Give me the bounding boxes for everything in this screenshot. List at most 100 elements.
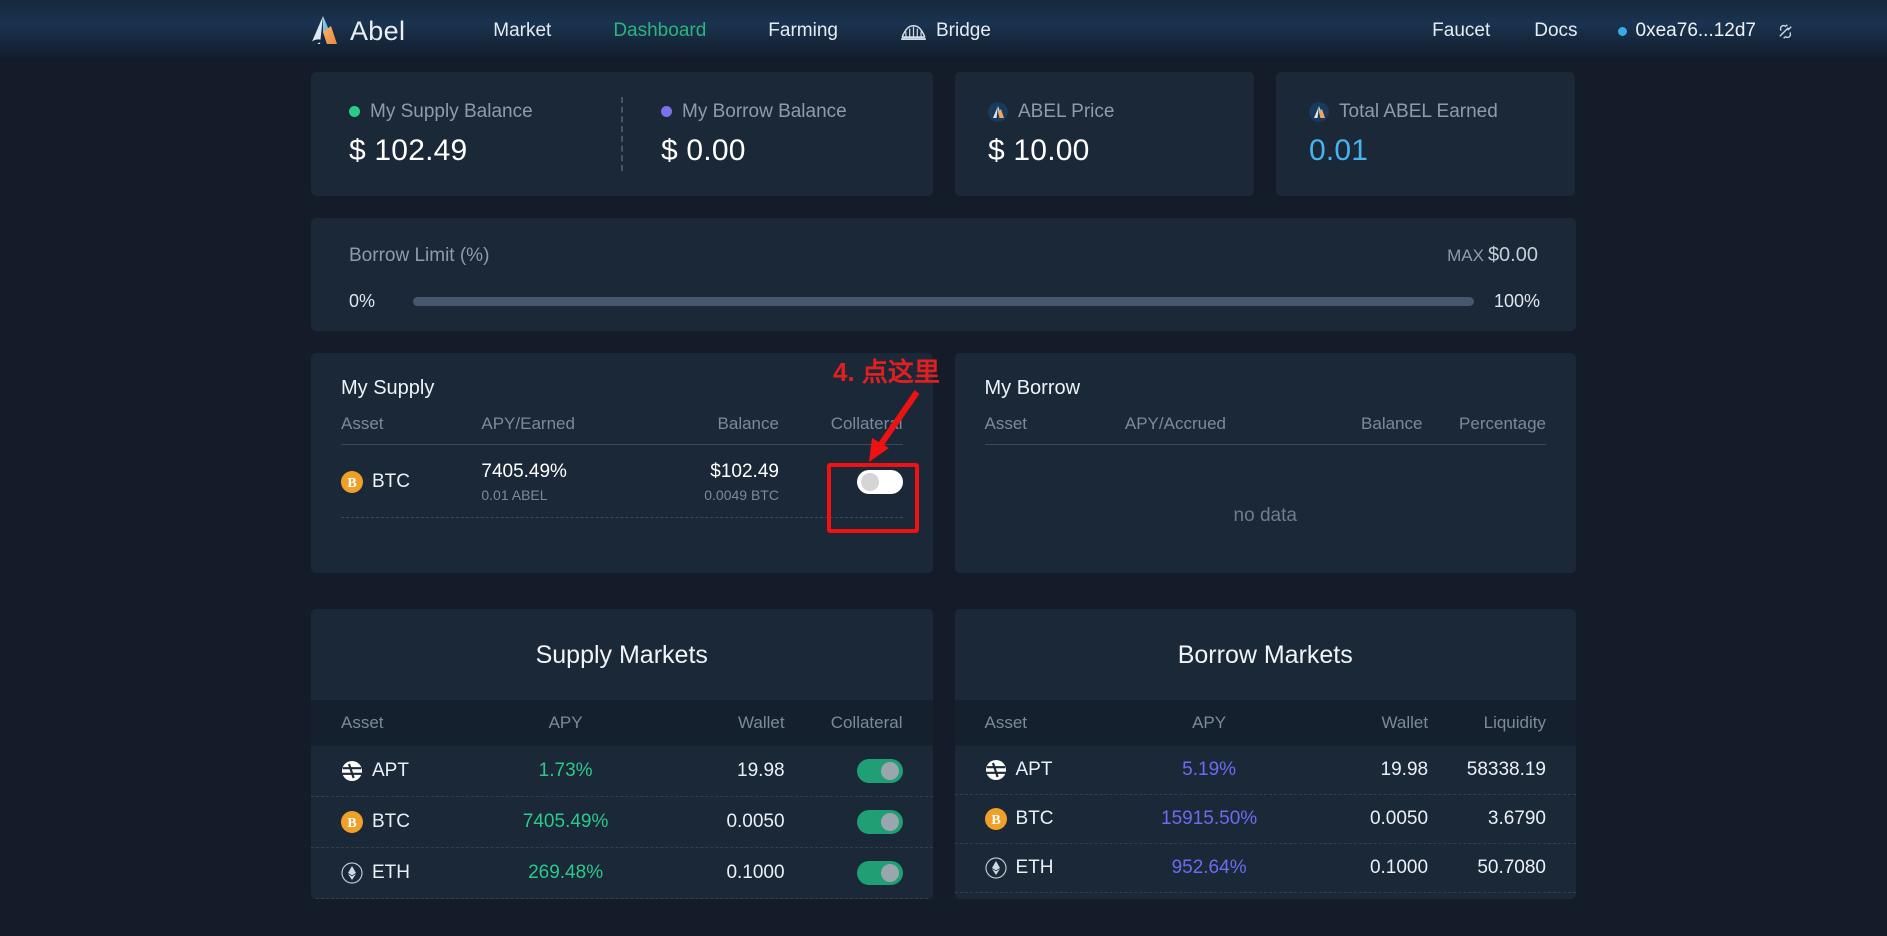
- borrow-markets-title: Borrow Markets: [1177, 641, 1353, 669]
- apt-coin-icon: [985, 760, 1006, 780]
- brand-name: Abel: [350, 15, 406, 46]
- row-apy: 7405.49%: [522, 811, 609, 832]
- table-row[interactable]: B BTC 7405.49% 0.0050: [311, 797, 933, 848]
- header-asset: Asset: [984, 713, 1028, 732]
- btc-coin-icon: B: [341, 471, 363, 493]
- header-asset: Asset: [341, 414, 384, 433]
- row-collateral-cell: [785, 810, 903, 834]
- apt-coin-icon: [342, 761, 362, 781]
- abel-earned-label: Total ABEL Earned: [1339, 100, 1498, 122]
- collateral-toggle[interactable]: [856, 810, 903, 834]
- borrow-limit-title: Borrow Limit (%): [349, 245, 490, 266]
- row-asset-cell: ETH: [984, 857, 1131, 879]
- row-collateral-cell: [779, 470, 903, 494]
- row-collateral-cell: [785, 861, 903, 885]
- row-asset-cell: ETH: [341, 862, 487, 884]
- row-apy: 1.73%: [538, 760, 593, 781]
- abel-mountain-logo-icon: [309, 16, 337, 47]
- limit-max-tick: 100%: [1494, 291, 1541, 311]
- toggle-knob-icon: [860, 473, 879, 491]
- row-apy: 5.19%: [1182, 759, 1237, 780]
- table-row[interactable]: APT 5.19% 19.98 58338.19: [954, 746, 1576, 795]
- row-wallet: 19.98: [737, 760, 785, 781]
- purple-dot-icon: [661, 106, 672, 117]
- table-row[interactable]: ETH 952.64% 0.1000 50.7080: [954, 844, 1576, 893]
- collateral-toggle[interactable]: [856, 759, 903, 783]
- row-liquidity: 3.6790: [1487, 808, 1546, 829]
- row-asset-name: BTC: [372, 471, 410, 492]
- row-asset-name: BTC: [372, 811, 410, 832]
- header-apy-earned: APY/Earned: [481, 414, 575, 433]
- row-asset-name: ETH: [372, 862, 410, 883]
- header-liquidity: Liquidity: [1483, 713, 1546, 732]
- row-liquidity: 50.7080: [1477, 857, 1546, 878]
- borrow-limit-card: Borrow Limit (%) MAX $0.00 0% 100%: [311, 218, 1576, 331]
- max-value: $0.00: [1487, 244, 1538, 266]
- row-asset-cell: B BTC: [341, 811, 487, 833]
- borrow-limit-header: Borrow Limit (%) MAX $0.00: [349, 244, 1538, 267]
- header-collateral: Collateral: [830, 414, 903, 433]
- svg-text:B: B: [347, 816, 356, 831]
- max-label: MAX: [1447, 246, 1484, 265]
- header-collateral: Collateral: [830, 713, 903, 732]
- row-balance-sub: 0.0049 BTC: [704, 487, 779, 503]
- supply-balance-label: My Supply Balance: [370, 100, 533, 122]
- table-row[interactable]: B BTC 15915.50% 0.0050 3.6790: [954, 795, 1576, 844]
- stat-label-abel-earned: Total ABEL Earned: [1309, 101, 1575, 123]
- wallet-address-button[interactable]: 0xea76...12d7: [1617, 20, 1756, 42]
- nav-right-group: Faucet Docs 0xea76...12d7: [1410, 20, 1795, 42]
- table-row[interactable]: ETH 269.48% 0.1000: [311, 848, 933, 899]
- broken-link-icon[interactable]: [1776, 22, 1795, 41]
- eth-coin-icon: [341, 862, 363, 884]
- eth-coin-icon: [984, 857, 1007, 879]
- stat-total-abel-earned-card: Total ABEL Earned 0.01: [1276, 72, 1575, 196]
- stat-label-borrow: My Borrow Balance: [661, 101, 933, 123]
- header-percentage: Percentage: [1459, 414, 1546, 433]
- nav-item-dashboard[interactable]: Dashboard: [582, 20, 737, 42]
- row-wallet: 19.98: [1380, 759, 1429, 780]
- borrow-balance-label: My Borrow Balance: [682, 100, 847, 122]
- nav-item-bridge-label: Bridge: [935, 20, 991, 41]
- toggle-knob-icon: [880, 762, 899, 780]
- my-supply-title: My Supply: [341, 377, 435, 399]
- nav-item-docs[interactable]: Docs: [1512, 20, 1599, 42]
- abel-price-value: $ 10.00: [988, 133, 1090, 167]
- row-balance-cell: $102.49 0.0049 BTC: [639, 461, 779, 503]
- row-apy: 269.48%: [528, 862, 604, 883]
- main-nav-links: Market Dashboard Farming Bridge: [462, 20, 1022, 42]
- supply-markets-title: Supply Markets: [535, 641, 708, 669]
- nav-item-market[interactable]: Market: [462, 20, 582, 42]
- collateral-toggle[interactable]: [856, 470, 903, 494]
- row-asset-name: APT: [372, 760, 409, 781]
- my-borrow-empty-state: no data: [1233, 505, 1297, 526]
- nav-item-bridge[interactable]: Bridge: [869, 20, 1022, 42]
- brand-logo-group[interactable]: Abel: [305, 14, 405, 48]
- supply-balance-value: $ 102.49: [349, 133, 468, 167]
- my-positions-row: My Supply Asset APY/Earned Balance Colla…: [311, 353, 1576, 573]
- header-asset: Asset: [341, 713, 384, 732]
- table-row[interactable]: APT 1.73% 19.98: [311, 746, 933, 797]
- row-asset-name: ETH: [1015, 857, 1054, 878]
- table-row[interactable]: B BTC 7405.49% 0.01 ABEL $102.49 0.0049 …: [341, 445, 903, 518]
- row-collateral-cell: [785, 759, 903, 783]
- nav-item-faucet[interactable]: Faucet: [1410, 20, 1512, 42]
- header-apy: APY: [548, 713, 583, 732]
- borrow-limit-bar-row: 0% 100%: [349, 291, 1541, 312]
- row-balance: $102.49: [710, 461, 779, 482]
- dashboard-page: Abel Market Dashboard Farming Bridge Fau…: [0, 0, 1887, 936]
- abel-token-icon: [988, 101, 1008, 122]
- row-apy: 15915.50%: [1161, 808, 1258, 829]
- row-wallet: 0.0050: [1369, 808, 1429, 829]
- header-asset: Asset: [984, 414, 1028, 433]
- markets-row: Supply Markets Asset APY Wallet Collater…: [311, 609, 1576, 899]
- row-earned: 0.01 ABEL: [481, 487, 548, 503]
- nav-item-farming[interactable]: Farming: [737, 20, 869, 42]
- my-supply-table-header: Asset APY/Earned Balance Collateral: [341, 414, 903, 445]
- row-wallet: 0.1000: [726, 862, 785, 883]
- collateral-toggle[interactable]: [856, 861, 903, 885]
- bridge-icon: [901, 24, 926, 40]
- svg-text:B: B: [991, 813, 1000, 828]
- header-wallet: Wallet: [737, 713, 785, 732]
- borrow-limit-progress-bar[interactable]: [413, 297, 1474, 306]
- my-borrow-table-header: Asset APY/Accrued Balance Percentage: [984, 414, 1546, 445]
